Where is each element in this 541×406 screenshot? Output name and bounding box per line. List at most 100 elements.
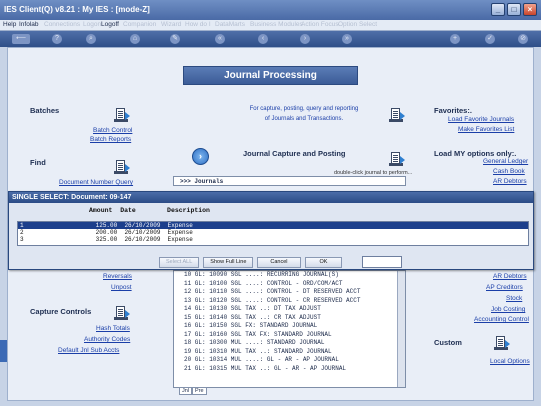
toolbar: ⟵ ? ⌕ ⌂ ✎ « ‹ › » + ✓ ⊘ (0, 31, 541, 47)
options-heading: Load MY options only:. (434, 149, 517, 158)
document-arrow-icon[interactable] (114, 160, 130, 175)
tool-icon[interactable]: ✎ (170, 34, 180, 44)
search-icon[interactable]: ⌕ (86, 34, 96, 44)
journal-row[interactable]: 10 GL: 10090 SGL ....: RECURRING JOURNAL… (174, 271, 405, 280)
document-arrow-icon[interactable] (114, 306, 130, 321)
menu-companion[interactable]: Companion (123, 21, 156, 28)
row-description: Expense (167, 222, 193, 229)
batch-reports-link[interactable]: Batch Reports (90, 136, 131, 143)
row-date: 26/10/2009 (124, 229, 161, 236)
ok-button[interactable]: OK (304, 257, 343, 268)
journals-scrollbar[interactable] (397, 271, 405, 387)
menu-logon[interactable]: Logon (83, 21, 101, 28)
journal-row[interactable]: 12 GL: 10110 SGL ....: CONTROL - DT RESE… (174, 288, 405, 297)
intro-line-1: For capture, posting, query and reportin… (249, 106, 359, 112)
list-item[interactable]: 1 125.00 26/10/2009 Expense (18, 222, 528, 229)
ar-debtors-link-2[interactable]: AR Debtors (493, 273, 527, 280)
journal-row[interactable]: 21 GL: 10315 MUL TAX ..: GL - AR - AP JO… (174, 365, 405, 374)
list-item[interactable]: 3 325.00 26/10/2009 Expense (18, 236, 528, 243)
back-icon[interactable]: ⟵ (12, 34, 30, 44)
default-sub-accts-link[interactable]: Default Jnl Sub Accts (58, 347, 119, 354)
journal-row[interactable]: 13 GL: 10120 SGL ....: CONTROL - CR RESE… (174, 297, 405, 306)
load-favorite-journals-link[interactable]: Load Favorite Journals (448, 116, 514, 123)
hash-totals-link[interactable]: Hash Totals (96, 325, 130, 332)
journal-row[interactable]: 11 GL: 10100 SGL ....: CONTROL - ORD/COM… (174, 280, 405, 289)
col-amount: Amount (89, 207, 113, 214)
menu-infolab[interactable]: Infolab (19, 21, 39, 28)
local-options-link[interactable]: Local Options (490, 358, 530, 365)
authority-codes-link[interactable]: Authority Codes (84, 336, 130, 343)
menu-how-do-i[interactable]: How do I (185, 21, 211, 28)
journal-row[interactable]: 18 GL: 10300 MUL ....: STANDARD JOURNAL (174, 339, 405, 348)
row-description: Expense (167, 229, 193, 236)
journals-list[interactable]: 10 GL: 10090 SGL ....: RECURRING JOURNAL… (173, 270, 406, 388)
row-amount: 325.00 (95, 236, 118, 243)
minimize-icon[interactable]: _ (491, 3, 505, 16)
journal-row[interactable]: 17 GL: 10160 SGL TAX FX: STANDARD JOURNA… (174, 331, 405, 340)
dialog-list[interactable]: 1 125.00 26/10/2009 Expense 2 200.00 26/… (17, 221, 529, 246)
circle-arrow-icon[interactable]: › (192, 148, 209, 165)
journals-tabs: Jnl Pre (173, 387, 406, 397)
home-icon[interactable]: ⌂ (130, 34, 140, 44)
job-costing-link[interactable]: Job Costing (491, 306, 525, 313)
window-title: IES Client(Q) v8.21 : My IES : [mode-Z] (4, 5, 150, 14)
menu-business-modules[interactable]: Business Modules (250, 21, 303, 28)
journal-row[interactable]: 19 GL: 10310 MUL TAX ..: STANDARD JOURNA… (174, 348, 405, 357)
row-description: Expense (167, 236, 193, 243)
next-icon[interactable]: › (300, 34, 310, 44)
document-number-query-link[interactable]: Document Number Query (59, 179, 133, 186)
page-title: Journal Processing (183, 66, 358, 85)
col-description: Description (167, 207, 210, 214)
dialog-title: SINGLE SELECT: Document: 09-147 (9, 192, 533, 203)
select-all-button[interactable]: Select ALL (159, 257, 200, 268)
help-icon[interactable]: ? (52, 34, 62, 44)
journal-row[interactable]: 16 GL: 10150 SGL FX: STANDARD JOURNAL (174, 322, 405, 331)
list-item[interactable]: 2 200.00 26/10/2009 Expense (18, 229, 528, 236)
tab-pre[interactable]: Pre (192, 387, 207, 395)
rewind-icon[interactable]: « (215, 34, 225, 44)
document-arrow-icon[interactable] (389, 152, 405, 167)
favorites-heading: Favorites:. (434, 106, 472, 115)
ar-debtors-link[interactable]: AR Debtors (493, 178, 527, 185)
prev-icon[interactable]: ‹ (258, 34, 268, 44)
maximize-icon[interactable]: □ (507, 3, 521, 16)
menu-action-focus[interactable]: Action Focus (301, 21, 339, 28)
stock-link[interactable]: Stock (506, 295, 522, 302)
reversals-link[interactable]: Reversals (103, 273, 132, 280)
dialog-column-headers: Amount Date Description (89, 207, 210, 214)
journal-row[interactable]: 15 GL: 10140 SGL TAX ..: CR TAX ADJUST (174, 314, 405, 323)
row-id: 2 (20, 229, 24, 236)
tab-jnl[interactable]: Jnl (179, 387, 193, 395)
journal-row[interactable]: 14 GL: 10130 SGL TAX ..: DT TAX ADJUST (174, 305, 405, 314)
menu-wizard[interactable]: Wizard (161, 21, 181, 28)
dialog-input-field[interactable] (362, 256, 402, 268)
menu-datamarts[interactable]: DataMarts (215, 21, 245, 28)
menu-help[interactable]: Help (3, 21, 16, 28)
intro-line-2: of Journals and Transactions. (264, 116, 344, 122)
cancel-button[interactable]: Cancel (257, 257, 301, 268)
accounting-control-link[interactable]: Accounting Control (474, 316, 529, 323)
find-heading: Find (30, 158, 46, 167)
unpost-link[interactable]: Unpost (111, 284, 132, 291)
menu-option-select[interactable]: Option Select (338, 21, 377, 28)
check-icon[interactable]: ✓ (485, 34, 495, 44)
add-icon[interactable]: + (450, 34, 460, 44)
make-favorites-list-link[interactable]: Make Favorites List (458, 126, 514, 133)
document-arrow-icon[interactable] (494, 336, 510, 351)
menu-logoff[interactable]: Logoff (101, 21, 119, 28)
general-ledger-link[interactable]: General Ledger (483, 158, 528, 165)
menu-bar: Help Infolab Connections Logon Logoff Co… (0, 20, 541, 31)
single-select-dialog: SINGLE SELECT: Document: 09-147 Amount D… (8, 191, 534, 270)
show-full-line-button[interactable]: Show Full Line (203, 257, 254, 268)
batch-control-link[interactable]: Batch Control (93, 127, 132, 134)
journal-row[interactable]: 20 GL: 10314 MUL ....: GL - AR - AP JOUR… (174, 356, 405, 365)
menu-connections[interactable]: Connections (44, 21, 80, 28)
ap-creditors-link[interactable]: AP Creditors (486, 284, 523, 291)
row-date: 26/10/2009 (124, 236, 161, 243)
document-arrow-icon[interactable] (114, 108, 130, 123)
close-icon[interactable]: × (523, 3, 537, 16)
document-arrow-icon[interactable] (389, 108, 405, 123)
cash-book-link[interactable]: Cash Book (493, 168, 525, 175)
cancel-icon[interactable]: ⊘ (518, 34, 528, 44)
forward-icon[interactable]: » (342, 34, 352, 44)
